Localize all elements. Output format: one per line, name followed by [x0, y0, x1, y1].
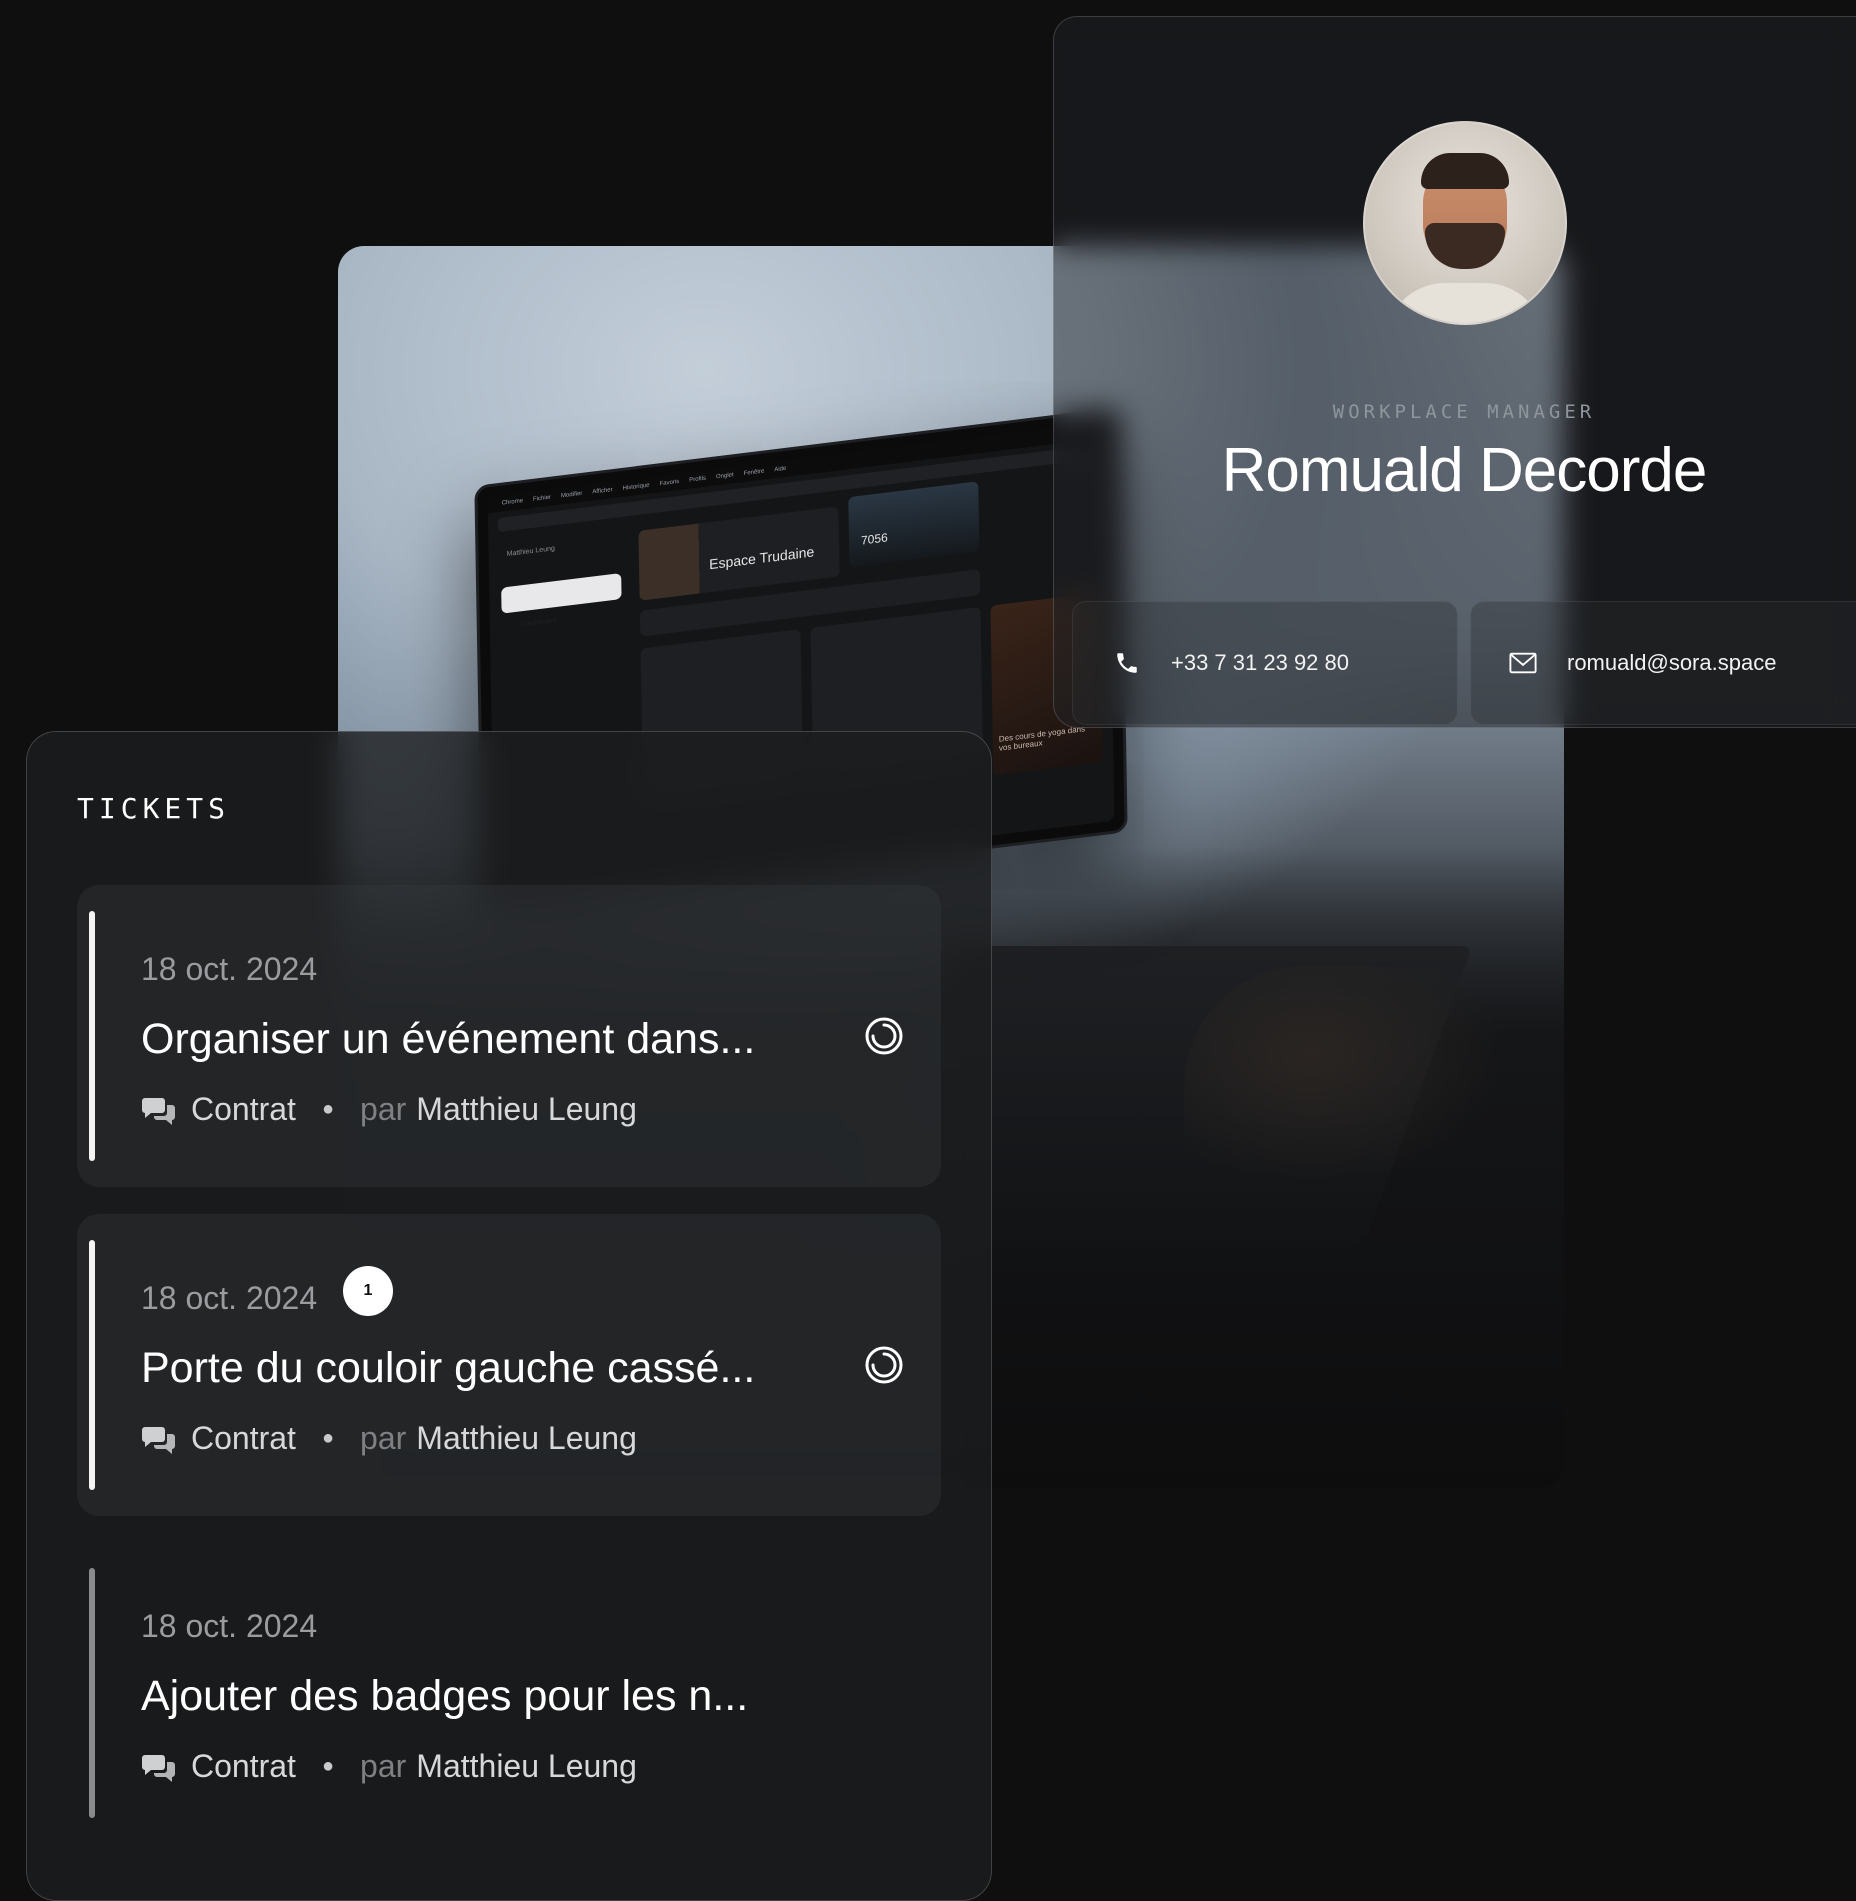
role-label: WORKPLACE MANAGER: [1332, 401, 1596, 423]
person-name: Romuald Decorde: [1221, 436, 1708, 505]
chat-bubbles-icon: [142, 1426, 175, 1454]
ticket-author: Matthieu Leung: [416, 1091, 637, 1127]
laptop-menu-item: Fenêtre: [743, 468, 765, 477]
ticket-title: Ajouter des badges pour les n...: [141, 1672, 749, 1720]
email-contact[interactable]: romuald@sora.space: [1470, 601, 1856, 725]
ticket-date: 18 oct. 2024: [141, 1280, 318, 1316]
laptop-menu-item: Onglet: [715, 472, 734, 481]
ticket-category: Contrat: [191, 1420, 296, 1456]
ticket-title: Porte du couloir gauche cassé...: [141, 1344, 756, 1392]
laptop-menu-item: Historique: [622, 482, 650, 492]
tickets-title: TICKETS: [77, 792, 231, 825]
laptop-menu-item: Profils: [689, 475, 707, 484]
mail-icon: [1509, 649, 1537, 677]
ticket-by-label: par: [360, 1420, 407, 1456]
laptop-user: Matthieu Leung: [506, 545, 555, 559]
ticket-category: Contrat: [191, 1748, 296, 1784]
chat-bubbles-icon: [142, 1754, 175, 1782]
separator-dot: ●: [321, 1755, 335, 1777]
ticket-indicator: [89, 1240, 95, 1490]
separator-dot: ●: [321, 1427, 335, 1449]
ticket-date: 18 oct. 2024: [141, 951, 318, 987]
phone-contact[interactable]: +33 7 31 23 92 80: [1072, 601, 1458, 725]
phone-icon: [1113, 649, 1141, 677]
ticket-indicator: [89, 1568, 95, 1818]
ticket-meta: Contrat ● par Matthieu Leung: [141, 1748, 637, 1785]
ticket-date: 18 oct. 2024: [141, 1608, 318, 1644]
laptop-menu-item: Afficher: [592, 487, 613, 496]
laptop-tile: [848, 481, 980, 568]
hands: [1184, 966, 1504, 1186]
laptop-nav-item: Dashboard: [521, 617, 557, 629]
ticket-meta: Contrat ● par Matthieu Leung: [141, 1091, 637, 1128]
laptop-nav-active: [501, 573, 622, 614]
in-progress-icon: [865, 1017, 903, 1055]
ticket-card[interactable]: 18 oct. 2024 1 Porte du couloir gauche c…: [77, 1214, 941, 1516]
ticket-card[interactable]: 18 oct. 2024 Ajouter des badges pour les…: [77, 1542, 941, 1844]
laptop-menu-item: Chrome: [501, 498, 524, 507]
laptop-menu-item: Modifier: [560, 490, 583, 500]
avatar: [1363, 121, 1567, 325]
ticket-author: Matthieu Leung: [416, 1748, 637, 1784]
separator-dot: ●: [321, 1098, 335, 1120]
phone-number: +33 7 31 23 92 80: [1171, 650, 1349, 675]
laptop-menu-item: Aide: [774, 465, 787, 474]
ticket-card[interactable]: 18 oct. 2024 Organiser un événement dans…: [77, 885, 941, 1187]
ticket-by-label: par: [360, 1091, 407, 1127]
ticket-category: Contrat: [191, 1091, 296, 1127]
laptop-menu-item: Fichier: [532, 494, 552, 503]
ticket-by-label: par: [360, 1748, 407, 1784]
ticket-meta: Contrat ● par Matthieu Leung: [141, 1420, 637, 1457]
tickets-panel: TICKETS 18 oct. 2024 Organiser un événem…: [26, 731, 992, 1901]
email-address: romuald@sora.space: [1567, 650, 1777, 675]
chat-bubbles-icon: [142, 1097, 175, 1125]
unread-badge: 1: [343, 1266, 393, 1316]
profile-card: WORKPLACE MANAGER Romuald Decorde +33 7 …: [1053, 16, 1856, 728]
ticket-title: Organiser un événement dans...: [141, 1015, 756, 1063]
ticket-indicator: [89, 911, 95, 1161]
ticket-author: Matthieu Leung: [416, 1420, 637, 1456]
in-progress-icon: [865, 1346, 903, 1384]
laptop-menu-item: Favoris: [659, 478, 680, 488]
